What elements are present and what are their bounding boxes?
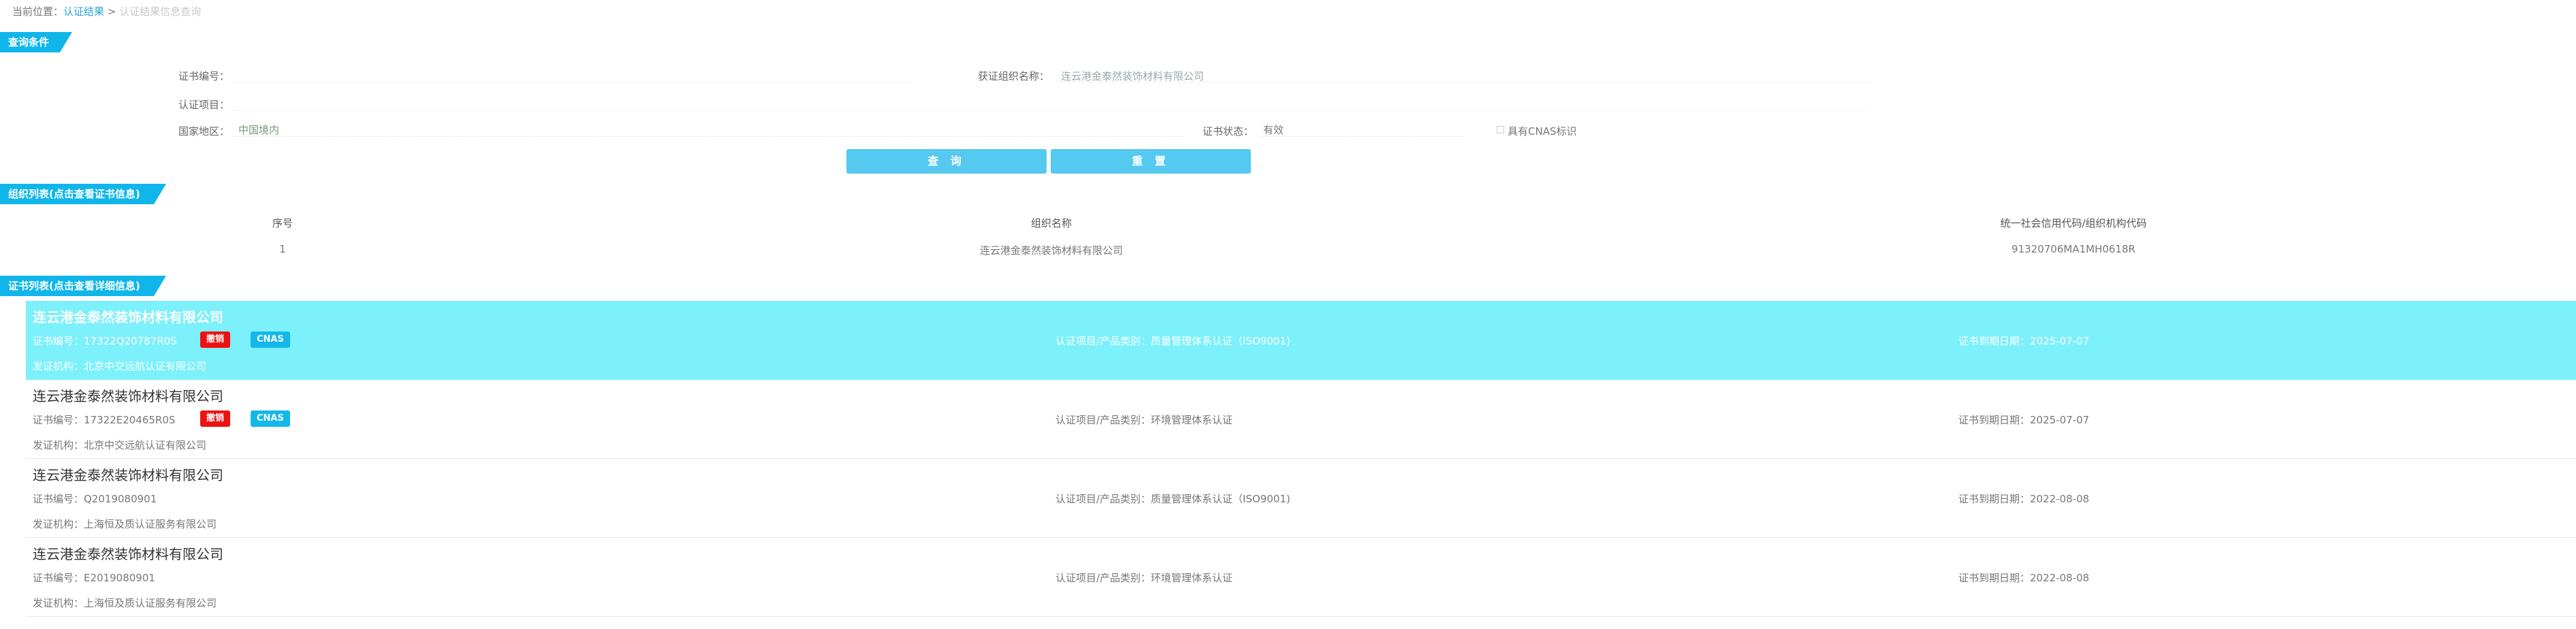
cert-number: 证书编号：E2019080901	[33, 572, 155, 584]
org-row-name[interactable]: 连云港金泰然装饰材料有限公司	[949, 243, 1154, 257]
breadcrumb: 当前位置：认证结果 > 认证结果信息查询	[12, 4, 201, 18]
status-underline	[1260, 136, 1464, 137]
cert-item-input[interactable]	[232, 110, 1866, 111]
org-name-label: 获证组织名称：	[978, 70, 1050, 82]
region-label: 国家地区：	[178, 125, 230, 138]
cnas-checkbox-label: 具有CNAS标识	[1508, 125, 1577, 138]
cert-expiry: 证书到期日期：2022-08-08	[1958, 493, 2090, 505]
org-table-row[interactable]: 1 连云港金泰然装饰材料有限公司 91320706MA1MH0618R	[0, 235, 2576, 262]
cert-item: 认证项目/产品类别：环境管理体系认证	[1055, 414, 1233, 426]
breadcrumb-prefix: 当前位置：	[12, 5, 64, 18]
cert-expiry: 证书到期日期：2025-07-07	[1958, 414, 2090, 426]
org-row-code: 91320706MA1MH0618R	[2011, 243, 2135, 255]
org-row-index: 1	[279, 243, 286, 255]
cert-org-name: 连云港金泰然装饰材料有限公司	[33, 467, 223, 483]
revoked-badge: 撤销	[200, 332, 231, 348]
org-list-section-title: 组织列表(点击查看证书信息)	[0, 184, 166, 204]
cert-issuer: 发证机构：北京中交远航认证有限公司	[33, 439, 207, 451]
cert-item: 认证项目/产品类别：质量管理体系认证（ISO9001)	[1055, 493, 1290, 505]
cert-issuer: 发证机构：上海恒及质认证服务有限公司	[33, 518, 217, 530]
cert-item-label: 认证项目：	[178, 99, 230, 111]
cert-expiry: 证书到期日期：2022-08-08	[1958, 572, 2090, 584]
cert-issuer: 发证机构：北京中交远航认证有限公司	[33, 360, 207, 372]
cert-expiry: 证书到期日期：2025-07-07	[1958, 335, 2090, 347]
cert-org-name: 连云港金泰然装饰材料有限公司	[33, 309, 223, 325]
cert-issuer: 发证机构：上海恒及质认证服务有限公司	[33, 597, 217, 609]
cnas-badge: CNAS	[251, 410, 290, 427]
org-col-index: 序号	[272, 217, 293, 229]
org-col-code: 统一社会信用代码/组织机构代码	[2000, 217, 2147, 229]
reset-button[interactable]: 重 置	[1051, 149, 1251, 174]
cnas-badge: CNAS	[251, 332, 290, 348]
search-button[interactable]: 查 询	[846, 149, 1047, 174]
cert-list-item[interactable]: 连云港金泰然装饰材料有限公司 证书编号：Q2019080901 认证项目/产品类…	[26, 459, 2576, 538]
cert-item: 认证项目/产品类别：环境管理体系认证	[1055, 572, 1233, 584]
cert-item: 认证项目/产品类别：质量管理体系认证（ISO9001)	[1055, 335, 1290, 347]
query-section-title: 查询条件	[0, 32, 72, 52]
breadcrumb-link-results[interactable]: 认证结果	[63, 5, 104, 18]
cert-org-name: 连云港金泰然装饰材料有限公司	[33, 388, 223, 404]
cert-list-item[interactable]: 连云港金泰然装饰材料有限公司 证书编号：E2019080901 认证项目/产品类…	[26, 538, 2576, 617]
region-underline	[232, 136, 1185, 137]
breadcrumb-current: 认证结果信息查询	[119, 5, 202, 18]
cert-number: 证书编号：17322Q20787R0S	[33, 335, 177, 347]
cert-no-label: 证书编号：	[178, 70, 230, 82]
cert-list-item[interactable]: 连云港金泰然装饰材料有限公司 证书编号：17322Q20787R0S 撤销 CN…	[26, 301, 2576, 380]
org-col-name: 组织名称	[1030, 217, 1072, 229]
cert-list-item[interactable]: 连云港金泰然装饰材料有限公司 证书编号：17322E20465R0S 撤销 CN…	[26, 380, 2576, 459]
status-select[interactable]: 有效	[1263, 123, 1284, 137]
cert-number: 证书编号：17322E20465R0S	[33, 414, 176, 426]
cert-number: 证书编号：Q2019080901	[33, 493, 157, 505]
revoked-badge: 撤销	[200, 410, 231, 427]
status-label: 证书状态：	[1203, 125, 1254, 138]
region-select[interactable]: 中国境内	[238, 123, 279, 137]
breadcrumb-separator: >	[104, 5, 120, 18]
org-name-input[interactable]: 连云港金泰然装饰材料有限公司	[1061, 69, 1204, 83]
cnas-checkbox[interactable]	[1497, 126, 1504, 133]
cert-list-section-title: 证书列表(点击查看详细信息)	[0, 276, 166, 296]
cert-org-name: 连云港金泰然装饰材料有限公司	[33, 546, 223, 562]
